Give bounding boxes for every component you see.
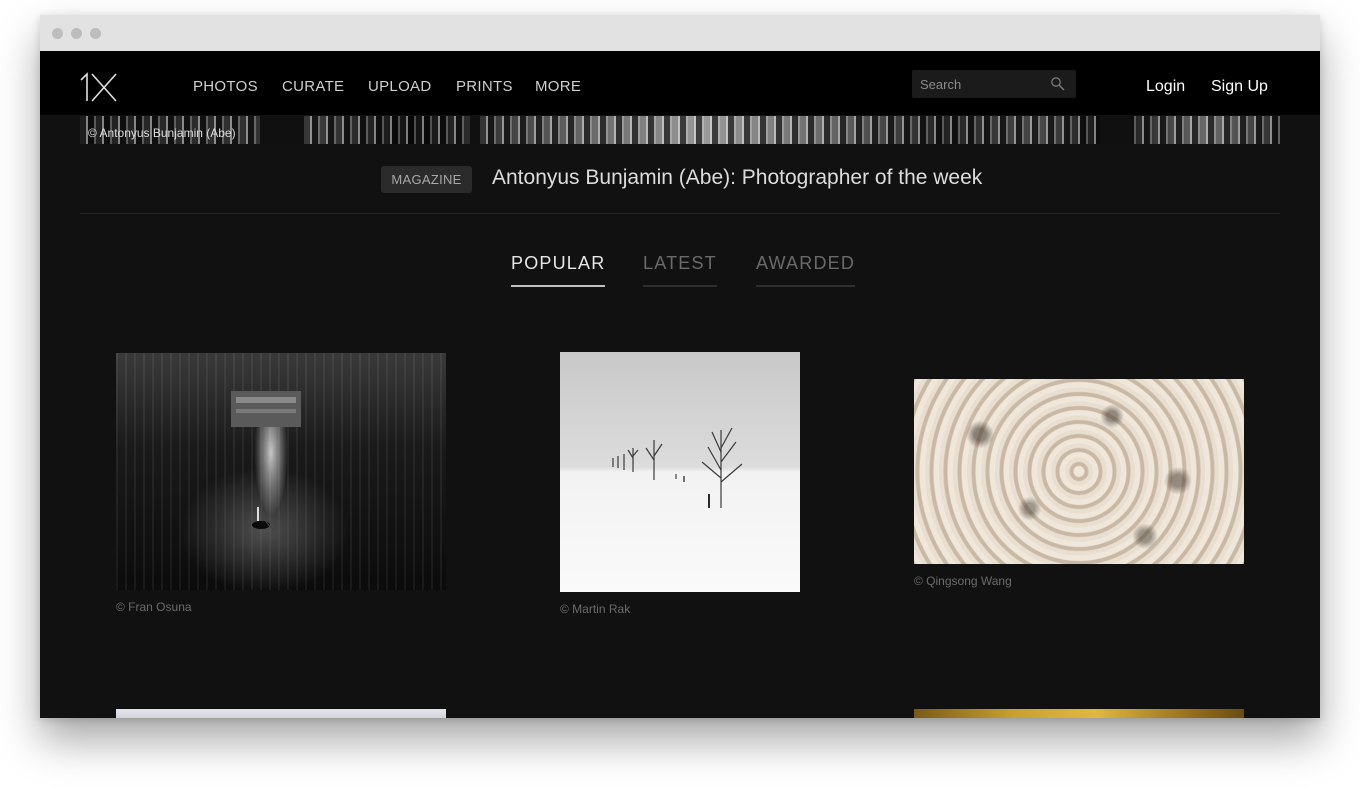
photo-credit[interactable]: © Fran Osuna	[116, 600, 192, 614]
tab-latest[interactable]: LATEST	[643, 253, 717, 287]
window-zoom-dot[interactable]	[90, 28, 101, 39]
photo-credit[interactable]: © Qingsong Wang	[914, 574, 1012, 588]
hero-credit: © Antonyus Bunjamin (Abe)	[88, 126, 236, 140]
nav-upload[interactable]: UPLOAD	[368, 78, 432, 95]
photo-trees-art	[612, 427, 743, 508]
hero-gap	[470, 116, 480, 144]
photo-canal-bridge[interactable]	[116, 353, 446, 590]
photo-flock-birds[interactable]	[914, 379, 1244, 564]
window-titlebar	[40, 15, 1320, 51]
window-close-dot[interactable]	[52, 28, 63, 39]
top-navbar: PHOTOS CURATE UPLOAD PRINTS MORE Login S…	[40, 51, 1320, 115]
photo-next-row[interactable]	[914, 709, 1244, 718]
nav-prints[interactable]: PRINTS	[456, 78, 513, 95]
photo-winter-trees[interactable]	[560, 352, 800, 592]
photo-canal-art	[231, 391, 301, 532]
nav-curate[interactable]: CURATE	[282, 78, 344, 95]
tab-awarded[interactable]: AWARDED	[756, 253, 856, 287]
nav-photos[interactable]: PHOTOS	[193, 78, 258, 95]
search-icon[interactable]	[1050, 76, 1066, 92]
section-divider	[80, 213, 1280, 214]
login-link[interactable]: Login	[1146, 78, 1185, 96]
window-minimize-dot[interactable]	[71, 28, 82, 39]
hero-gap	[1100, 116, 1132, 144]
search-input[interactable]	[912, 70, 1050, 98]
photo-credit[interactable]: © Martin Rak	[560, 602, 630, 616]
magazine-title[interactable]: Antonyus Bunjamin (Abe): Photographer of…	[492, 166, 982, 190]
search-box	[912, 70, 1076, 98]
signup-link[interactable]: Sign Up	[1211, 78, 1268, 96]
nav-more[interactable]: MORE	[535, 78, 581, 95]
hero-banner-image[interactable]: © Antonyus Bunjamin (Abe)	[80, 116, 1280, 144]
1x-logo-icon[interactable]	[78, 71, 118, 103]
browser-window: PHOTOS CURATE UPLOAD PRINTS MORE Login S…	[40, 15, 1320, 718]
tab-popular[interactable]: POPULAR	[511, 253, 606, 287]
magazine-badge[interactable]: MAGAZINE	[381, 166, 472, 193]
photo-next-row[interactable]	[116, 709, 446, 718]
hero-gap	[260, 116, 304, 144]
